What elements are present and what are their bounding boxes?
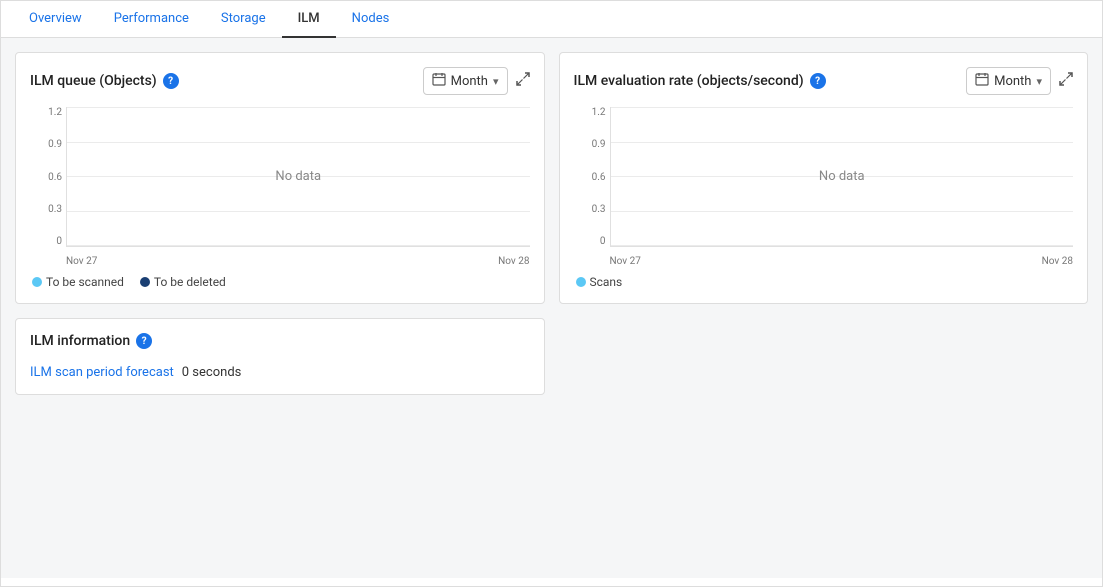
y-label-1-2: 0.6 bbox=[48, 172, 62, 183]
legend-item-scans: Scans bbox=[576, 275, 623, 289]
page-container: Overview Performance Storage ILM Nodes I… bbox=[0, 0, 1103, 587]
ilm-queue-card: ILM queue (Objects) ? bbox=[15, 52, 545, 304]
card2-title-group: ILM evaluation rate (objects/second) ? bbox=[574, 73, 826, 89]
card2-no-data: No data bbox=[611, 107, 1074, 246]
chevron-icon-1: ▾ bbox=[493, 75, 499, 88]
card2-y-axis: 1.2 0.9 0.6 0.3 0 bbox=[574, 107, 610, 247]
tab-storage[interactable]: Storage bbox=[205, 1, 282, 38]
ilm-info-card: ILM information ? ILM scan period foreca… bbox=[15, 318, 545, 395]
ilm-info-row: ILM scan period forecast 0 seconds bbox=[30, 365, 530, 380]
ilm-scan-period-value: 0 seconds bbox=[182, 365, 242, 380]
legend-label-delete: To be deleted bbox=[154, 275, 226, 289]
card1-month-dropdown[interactable]: Month ▾ bbox=[423, 67, 508, 95]
card2-header: ILM evaluation rate (objects/second) ? bbox=[574, 67, 1074, 95]
tab-ilm[interactable]: ILM bbox=[282, 1, 336, 38]
y-label-2-1: 0.9 bbox=[592, 139, 606, 150]
legend-label-scan: To be scanned bbox=[46, 275, 124, 289]
ilm-info-title: ILM information bbox=[30, 333, 130, 349]
card1-title-group: ILM queue (Objects) ? bbox=[30, 73, 179, 89]
card1-controls: Month ▾ bbox=[423, 67, 530, 95]
card1-dropdown-label: Month bbox=[451, 74, 488, 89]
x-label-1-start: Nov 27 bbox=[66, 256, 97, 267]
y-label-2-3: 0.3 bbox=[592, 204, 606, 215]
x-label-1-end: Nov 28 bbox=[498, 256, 529, 267]
ilm-info-title-group: ILM information ? bbox=[30, 333, 530, 349]
card1-header: ILM queue (Objects) ? bbox=[30, 67, 530, 95]
ilm-info-help-icon[interactable]: ? bbox=[136, 333, 152, 349]
legend-dot-delete bbox=[140, 277, 150, 287]
tabs-bar: Overview Performance Storage ILM Nodes bbox=[1, 1, 1102, 38]
card1-chart-area: 1.2 0.9 0.6 0.3 0 bbox=[30, 107, 530, 267]
legend-dot-scan bbox=[32, 277, 42, 287]
y-label-2-2: 0.6 bbox=[592, 172, 606, 183]
tab-overview[interactable]: Overview bbox=[13, 1, 98, 38]
card2-legend: Scans bbox=[574, 275, 1074, 289]
tab-nodes[interactable]: Nodes bbox=[336, 1, 406, 38]
card1-legend: To be scanned To be deleted bbox=[30, 275, 530, 289]
ilm-scan-period-link[interactable]: ILM scan period forecast bbox=[30, 365, 174, 380]
card2-dropdown-label: Month bbox=[994, 74, 1031, 89]
ilm-eval-card: ILM evaluation rate (objects/second) ? bbox=[559, 52, 1089, 304]
card2-chart-area: 1.2 0.9 0.6 0.3 0 bbox=[574, 107, 1074, 267]
y-label-1-3: 0.3 bbox=[48, 204, 62, 215]
card2-month-dropdown[interactable]: Month ▾ bbox=[966, 67, 1051, 95]
y-label-2-0: 1.2 bbox=[592, 107, 606, 118]
charts-row: ILM queue (Objects) ? bbox=[15, 52, 1088, 304]
y-label-2-4: 0 bbox=[600, 236, 606, 247]
tab-performance[interactable]: Performance bbox=[98, 1, 205, 38]
y-label-1-0: 1.2 bbox=[48, 107, 62, 118]
legend-item-scan: To be scanned bbox=[32, 275, 124, 289]
card2-x-labels: Nov 27 Nov 28 bbox=[610, 256, 1074, 267]
card2-title: ILM evaluation rate (objects/second) bbox=[574, 73, 804, 89]
x-label-2-end: Nov 28 bbox=[1042, 256, 1073, 267]
y-label-1-4: 0 bbox=[56, 236, 62, 247]
card2-chart-inner: No data bbox=[610, 107, 1074, 247]
card1-help-icon[interactable]: ? bbox=[163, 73, 179, 89]
card2-controls: Month ▾ bbox=[966, 67, 1073, 95]
legend-item-delete: To be deleted bbox=[140, 275, 226, 289]
card2-help-icon[interactable]: ? bbox=[810, 73, 826, 89]
card2-expand-icon[interactable] bbox=[1059, 72, 1073, 90]
calendar-icon-2 bbox=[975, 72, 989, 90]
legend-label-scans: Scans bbox=[590, 275, 623, 289]
chevron-icon-2: ▾ bbox=[1036, 75, 1042, 88]
bottom-row: ILM information ? ILM scan period foreca… bbox=[15, 318, 1088, 395]
legend-dot-scans bbox=[576, 277, 586, 287]
card1-expand-icon[interactable] bbox=[516, 72, 530, 90]
main-content: ILM queue (Objects) ? bbox=[1, 38, 1102, 578]
card1-x-labels: Nov 27 Nov 28 bbox=[66, 256, 530, 267]
y-label-1-1: 0.9 bbox=[48, 139, 62, 150]
x-label-2-start: Nov 27 bbox=[610, 256, 641, 267]
card1-y-axis: 1.2 0.9 0.6 0.3 0 bbox=[30, 107, 66, 247]
card1-no-data: No data bbox=[67, 107, 530, 246]
calendar-icon-1 bbox=[432, 72, 446, 90]
card1-chart-inner: No data bbox=[66, 107, 530, 247]
card1-title: ILM queue (Objects) bbox=[30, 73, 157, 89]
